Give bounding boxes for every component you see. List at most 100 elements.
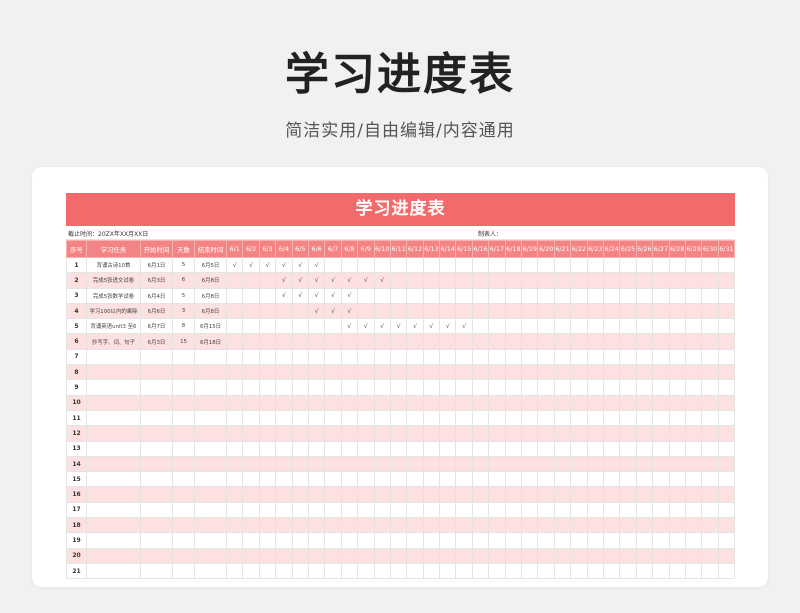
progress-cell[interactable] [406,409,424,427]
progress-cell[interactable] [422,348,441,366]
progress-cell[interactable] [701,517,719,534]
progress-cell[interactable] [635,486,654,503]
progress-cell[interactable] [340,562,359,580]
progress-cell[interactable] [242,302,260,320]
start-date-cell[interactable] [140,440,173,457]
progress-cell[interactable] [504,333,523,350]
progress-cell[interactable] [340,471,359,488]
start-date-cell[interactable] [140,517,173,534]
progress-cell[interactable] [275,333,293,350]
days-cell[interactable]: 8 [172,318,195,335]
progress-cell[interactable] [389,272,408,289]
progress-cell[interactable] [389,287,408,304]
progress-cell[interactable] [340,501,359,519]
task-cell[interactable]: 背诵古诗10首 [86,256,141,274]
progress-cell[interactable] [471,256,490,274]
progress-cell[interactable] [635,318,654,335]
start-date-cell[interactable] [140,471,173,488]
progress-cell[interactable] [668,379,686,396]
progress-cell[interactable] [242,348,260,366]
progress-cell[interactable] [586,394,604,411]
progress-cell[interactable] [225,440,244,457]
days-cell[interactable]: 5 [172,287,195,304]
progress-cell[interactable] [275,486,293,503]
progress-cell[interactable] [553,318,572,335]
progress-cell[interactable] [258,532,277,549]
progress-cell[interactable] [602,547,621,564]
progress-cell[interactable] [684,517,703,534]
progress-cell[interactable] [471,517,490,534]
row-number[interactable]: 13 [66,440,87,457]
end-date-cell[interactable]: 6月5日 [194,256,227,274]
progress-cell[interactable] [422,471,441,488]
progress-cell[interactable] [422,532,441,549]
end-date-cell[interactable]: 6月8日 [194,272,227,289]
progress-cell[interactable] [684,562,703,580]
progress-cell[interactable] [258,348,277,366]
progress-cell[interactable] [521,425,539,442]
row-number[interactable]: 21 [66,562,87,580]
progress-cell[interactable] [406,547,424,564]
progress-cell[interactable] [586,333,604,350]
progress-cell[interactable] [439,486,457,503]
progress-cell[interactable] [340,348,359,366]
progress-cell[interactable] [389,302,408,320]
progress-cell[interactable] [652,501,670,519]
progress-cell[interactable] [504,379,523,396]
days-cell[interactable]: 3 [172,302,195,320]
progress-cell[interactable] [586,287,604,304]
row-number[interactable]: 18 [66,517,87,534]
progress-cell[interactable] [521,409,539,427]
check-mark-cell[interactable]: √ [307,302,326,320]
progress-cell[interactable] [652,287,670,304]
progress-cell[interactable] [602,517,621,534]
progress-cell[interactable] [357,409,375,427]
row-number[interactable]: 14 [66,455,87,473]
check-mark-cell[interactable]: √ [373,318,391,335]
progress-cell[interactable] [439,348,457,366]
progress-cell[interactable] [652,379,670,396]
progress-cell[interactable] [291,379,309,396]
progress-cell[interactable] [701,532,719,549]
progress-cell[interactable] [701,486,719,503]
progress-cell[interactable] [586,532,604,549]
row-number[interactable]: 8 [66,364,87,381]
progress-cell[interactable] [389,501,408,519]
progress-cell[interactable] [258,272,277,289]
check-mark-cell[interactable]: √ [324,272,342,289]
progress-cell[interactable] [553,501,572,519]
task-cell[interactable] [86,364,141,381]
progress-cell[interactable] [291,425,309,442]
progress-cell[interactable] [652,318,670,335]
progress-cell[interactable] [652,440,670,457]
progress-cell[interactable] [471,455,490,473]
progress-cell[interactable] [668,501,686,519]
row-number[interactable]: 17 [66,501,87,519]
progress-cell[interactable] [619,364,637,381]
progress-cell[interactable] [717,562,735,580]
progress-cell[interactable] [488,517,506,534]
task-cell[interactable] [86,455,141,473]
progress-cell[interactable] [455,409,473,427]
progress-cell[interactable] [717,532,735,549]
progress-cell[interactable] [225,501,244,519]
progress-cell[interactable] [275,364,293,381]
progress-cell[interactable] [275,394,293,411]
progress-cell[interactable] [373,302,391,320]
days-cell[interactable] [172,486,195,503]
progress-cell[interactable] [504,517,523,534]
progress-cell[interactable] [373,287,391,304]
progress-cell[interactable] [357,394,375,411]
progress-cell[interactable] [422,547,441,564]
progress-cell[interactable] [602,394,621,411]
progress-cell[interactable] [602,364,621,381]
task-cell[interactable] [86,486,141,503]
progress-cell[interactable] [225,486,244,503]
progress-cell[interactable] [537,517,555,534]
progress-cell[interactable] [389,440,408,457]
progress-cell[interactable] [406,486,424,503]
progress-cell[interactable] [307,394,326,411]
progress-cell[interactable] [570,471,588,488]
progress-cell[interactable] [291,348,309,366]
progress-cell[interactable] [324,348,342,366]
